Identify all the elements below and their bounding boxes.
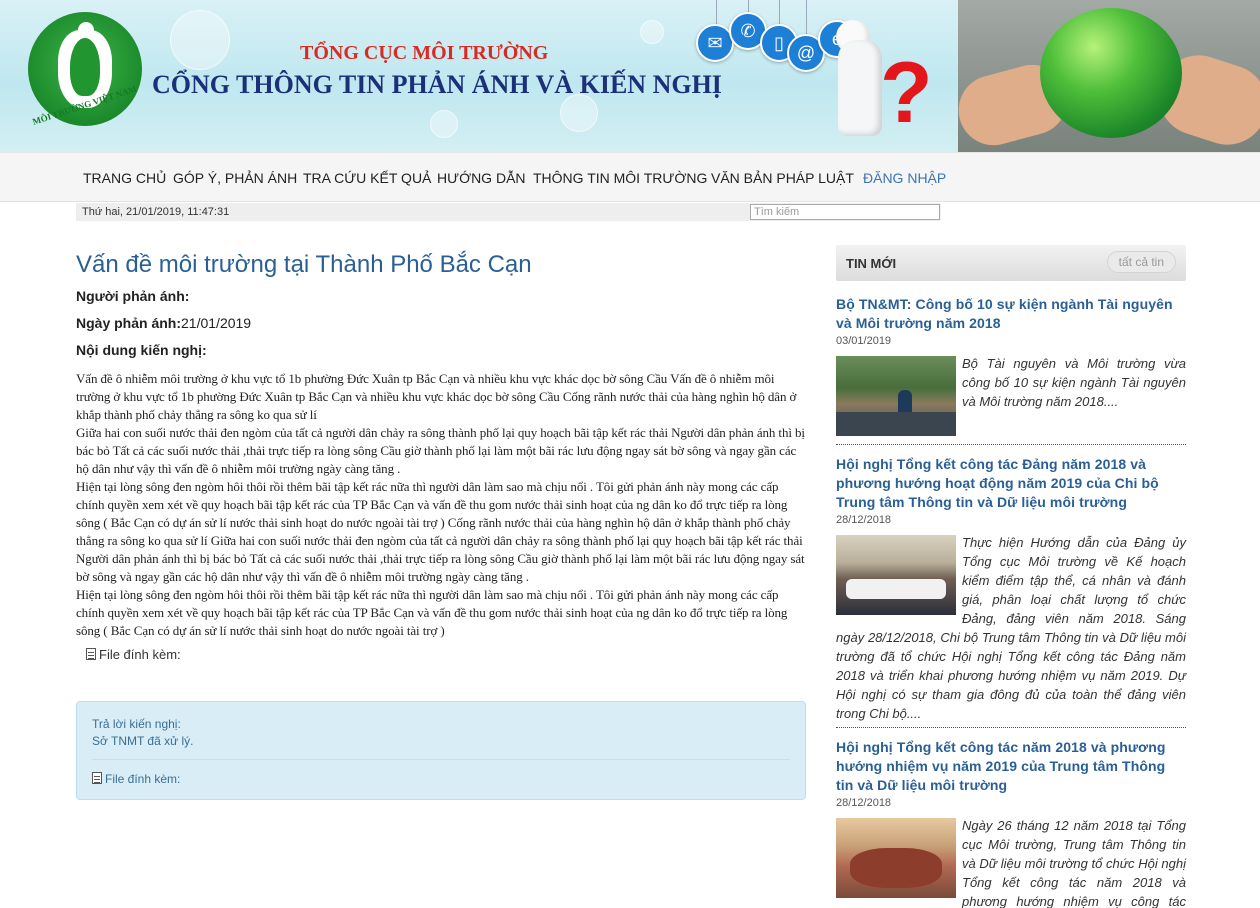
nav-login[interactable]: ĐĂNG NHẬP — [863, 170, 946, 186]
news-title-link[interactable]: Bộ TN&MT: Công bố 10 sự kiện ngành Tài n… — [836, 295, 1186, 333]
article-paragraph: Vấn đề ô nhiễm môi trường ở khu vực tổ 1… — [76, 371, 797, 422]
content-label: Nội dung kiến nghị: — [76, 342, 207, 358]
news-sidebar: TIN MỚI tất cả tin Bộ TN&MT: Công bố 10 … — [836, 245, 1186, 908]
news-item: Hội nghị Tổng kết công tác năm 2018 và p… — [836, 738, 1186, 908]
article-body: Vấn đề ô nhiễm môi trường ở khu vực tổ 1… — [76, 370, 806, 640]
search-input[interactable] — [750, 204, 940, 220]
question-figure-icon — [838, 40, 882, 136]
icon-string — [716, 0, 717, 26]
attachment-row: File đính kèm: — [86, 647, 806, 662]
logo-head-shape — [78, 22, 94, 38]
page-title: Vấn đề môi trường tại Thành Phố Bắc Cạn — [76, 251, 532, 278]
bubble-decoration — [640, 20, 664, 44]
article: Vấn đề môi trường tại Thành Phố Bắc Cạn … — [76, 250, 806, 662]
reply-text: Sở TNMT đã xử lý. — [92, 734, 194, 748]
attachment-label: File đính kèm: — [99, 647, 181, 662]
globe-icon — [1040, 8, 1182, 138]
report-date-row: Ngày phản ánh:21/01/2019 — [76, 314, 806, 332]
bubble-decoration — [170, 10, 230, 70]
news-body: Ngày 26 tháng 12 năm 2018 tại Tổng cục M… — [836, 816, 1186, 908]
news-summary: Bộ Tài nguyên và Môi trường vừa công bố … — [962, 356, 1186, 409]
thumb-table — [846, 579, 946, 599]
news-item: Bộ TN&MT: Công bố 10 sự kiện ngành Tài n… — [836, 295, 1186, 445]
nav-guide[interactable]: HƯỚNG DẪN — [437, 170, 526, 186]
nav-legal-documents[interactable]: VĂN BẢN PHÁP LUẬT — [711, 170, 854, 186]
file-icon — [92, 772, 102, 784]
news-date: 28/12/2018 — [836, 514, 892, 526]
news-title-link[interactable]: Hội nghị Tổng kết công tác Đảng năm 2018… — [836, 455, 1186, 512]
news-body: Thực hiện Hướng dẫn của Đảng ủy Tổng cục… — [836, 533, 1186, 723]
news-item: Hội nghị Tổng kết công tác Đảng năm 2018… — [836, 455, 1186, 728]
reporter-label: Người phản ánh: — [76, 288, 190, 304]
news-thumbnail[interactable] — [836, 356, 956, 436]
thumb-table — [836, 412, 956, 436]
question-mark-icon: ? — [880, 45, 933, 141]
reply-box: Trả lời kiến nghị: Sở TNMT đã xử lý. Fil… — [76, 701, 806, 800]
reply-attachment-label: File đính kèm: — [105, 772, 181, 786]
bubble-decoration — [430, 110, 458, 138]
news-title-link[interactable]: Hội nghị Tổng kết công tác năm 2018 và p… — [836, 738, 1186, 795]
header-banner: MÔI TRƯỜNG VIỆT NAM TỔNG CỤC MÔI TRƯỜNG … — [0, 0, 1260, 152]
nav-feedback[interactable]: GÓP Ý, PHẢN ÁNH — [173, 170, 297, 186]
news-date: 28/12/2018 — [836, 797, 892, 809]
logo-person-shape — [70, 38, 100, 96]
reply-attachment-row: File đính kèm: — [92, 772, 180, 786]
current-datetime: Thứ hai, 21/01/2019, 11:47:31 — [82, 206, 230, 218]
reply-label: Trả lời kiến nghị: — [92, 717, 181, 731]
nav-lookup-results[interactable]: TRA CỨU KẾT QUẢ — [303, 170, 431, 186]
nav-environment-info[interactable]: THÔNG TIN MÔI TRƯỜNG — [533, 170, 707, 186]
file-icon — [86, 648, 96, 660]
all-news-button[interactable]: tất cả tin — [1106, 251, 1176, 273]
news-thumbnail[interactable] — [836, 818, 956, 898]
org-name: TỔNG CỤC MÔI TRƯỜNG — [300, 42, 549, 64]
reply-divider — [92, 759, 790, 760]
article-paragraph: Hiện tại lòng sông đen ngòm hôi thôi rồi… — [76, 479, 805, 584]
report-date-label: Ngày phản ánh: — [76, 315, 182, 331]
article-paragraph: Giữa hai con suối nước thải đen ngòm của… — [76, 425, 805, 476]
news-date: 03/01/2019 — [836, 335, 892, 347]
sidebar-header: TIN MỚI tất cả tin — [836, 245, 1186, 281]
icon-string — [779, 0, 780, 26]
article-paragraph: Hiện tại lòng sông đen ngòm hôi thôi rồi… — [76, 587, 788, 638]
reporter-row: Người phản ánh: — [76, 287, 806, 305]
portal-name: CỔNG THÔNG TIN PHẢN ÁNH VÀ KIẾN NGHỊ — [152, 70, 722, 99]
news-thumbnail[interactable] — [836, 535, 956, 615]
icon-string — [806, 0, 807, 36]
nav-home[interactable]: TRANG CHỦ — [83, 170, 166, 186]
main-nav: TRANG CHỦ GÓP Ý, PHẢN ÁNH TRA CỨU KẾT QU… — [0, 152, 1260, 202]
sidebar-title: TIN MỚI — [846, 256, 897, 271]
info-bar: Thứ hai, 21/01/2019, 11:47:31 — [76, 203, 941, 221]
news-body: Bộ Tài nguyên và Môi trường vừa công bố … — [836, 354, 1186, 436]
report-date-value: 21/01/2019 — [181, 315, 252, 331]
thumb-table — [850, 848, 942, 888]
